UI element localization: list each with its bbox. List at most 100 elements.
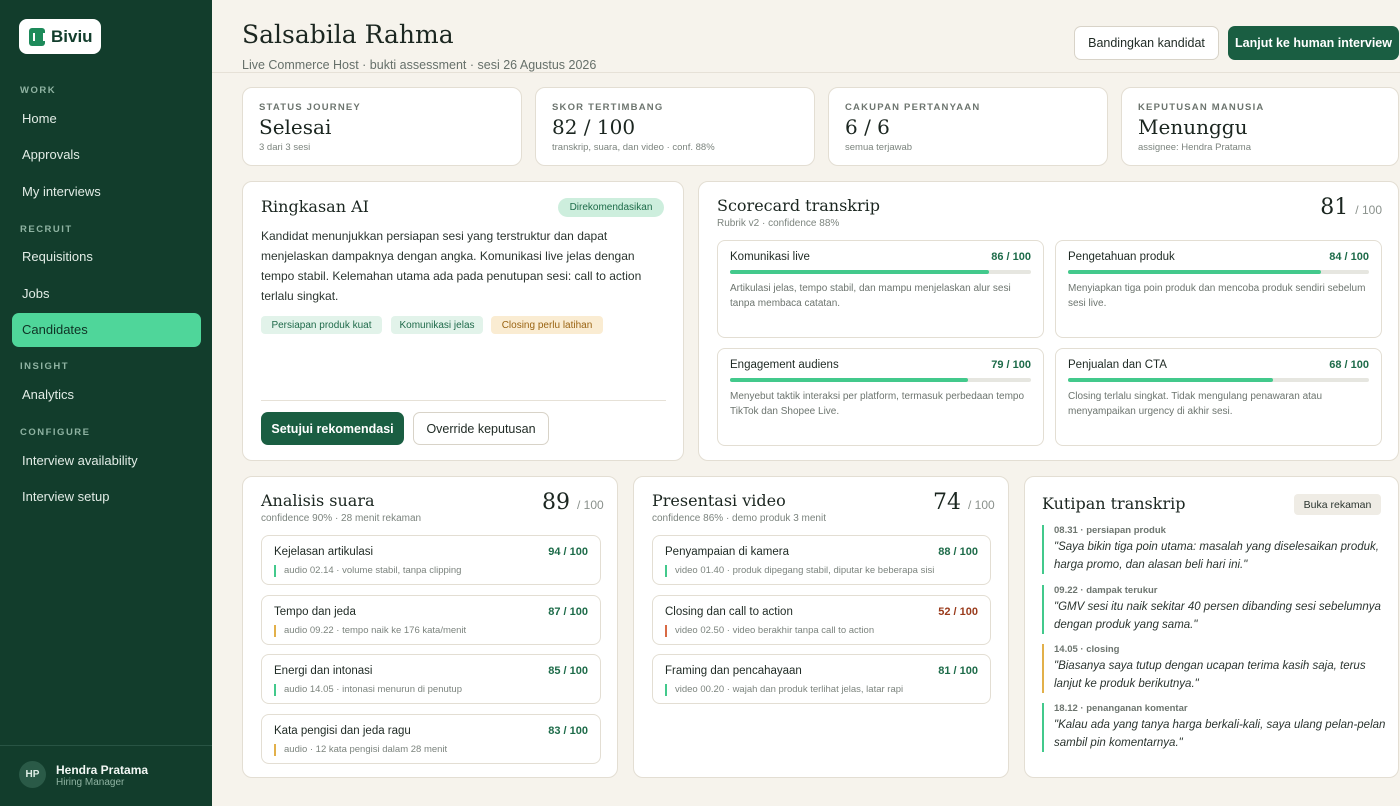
voice-metric-item[interactable]: Tempo dan jeda 87 / 100 audio 09.22 · te… (261, 595, 601, 645)
nav-section-work: WORK (20, 85, 57, 96)
stat-value: Selesai (259, 115, 332, 139)
nav-section-configure: CONFIGURE (20, 427, 91, 438)
approve-recommendation-button[interactable]: Setujui rekomendasi (261, 412, 404, 445)
metric-score: 85 / 100 (548, 665, 588, 677)
stat-card-weighted-score: SKOR TERTIMBANG 82 / 100 transkrip, suar… (535, 87, 815, 166)
voice-analysis-score: 89 / 100 (542, 490, 604, 515)
ai-summary-title: Ringkasan AI (261, 197, 369, 216)
scorecard-item-desc: Closing terlalu singkat. Tidak mengulang… (1068, 391, 1323, 417)
stat-sub: transkrip, suara, dan video · conf. 88% (552, 142, 715, 153)
score-progress-track (1068, 270, 1369, 274)
scorecard-item[interactable]: Engagement audiens 79 / 100 Menyebut tak… (717, 348, 1044, 446)
metric-name: Penyampaian di kamera (665, 546, 790, 558)
quote-meta: 09.22 · dampak terukur (1054, 585, 1158, 596)
metric-score: 87 / 100 (548, 606, 588, 618)
score-denominator: / 100 (968, 498, 995, 512)
summary-divider (261, 400, 666, 401)
metric-note: video 01.40 · produk dipegang stabil, di… (665, 565, 978, 577)
voice-analysis-sub: confidence 90% · 28 menit rekaman (261, 513, 422, 524)
metric-note: audio 02.14 · volume stabil, tanpa clipp… (274, 565, 588, 577)
sidebar-divider (0, 745, 212, 746)
quote-meta: 08.31 · persiapan produk (1054, 525, 1166, 536)
voice-metric-item[interactable]: Kejelasan artikulasi 94 / 100 audio 02.1… (261, 535, 601, 585)
score-progress-fill (1068, 378, 1273, 382)
sidebar-item-interview-availability[interactable]: Interview availability (12, 444, 201, 478)
scorecard-sub: Rubrik v2 · confidence 88% (717, 218, 840, 229)
metric-score: 88 / 100 (938, 546, 978, 558)
scorecard-item[interactable]: Pengetahuan produk 84 / 100 Menyiapkan t… (1055, 240, 1382, 338)
tag-strength: Persiapan produk kuat (261, 316, 382, 334)
metric-note: video 02.50 · video berakhir tanpa call … (665, 625, 978, 637)
video-presentation-sub: confidence 86% · demo produk 3 menit (652, 513, 826, 524)
stat-value: Menunggu (1138, 115, 1248, 139)
brand-logo[interactable]: Biviu (19, 19, 101, 54)
metric-score: 81 / 100 (938, 665, 978, 677)
quote-meta: 14.05 · closing (1054, 644, 1120, 655)
stat-label: STATUS JOURNEY (259, 102, 361, 113)
quote-text: "Saya bikin tiga poin utama: masalah yan… (1054, 541, 1379, 571)
stat-sub: semua terjawab (845, 142, 913, 153)
sidebar-item-analytics[interactable]: Analytics (12, 378, 201, 412)
brand-name: Biviu (51, 26, 93, 46)
stat-label: SKOR TERTIMBANG (552, 102, 664, 113)
quote-text: "GMV sesi itu naik sekitar 40 persen dib… (1054, 601, 1381, 631)
scorecard-item-desc: Artikulasi jelas, tempo stabil, dan mamp… (730, 283, 1011, 309)
compare-candidates-button[interactable]: Bandingkan kandidat (1074, 26, 1219, 60)
metric-score: 52 / 100 (938, 606, 978, 618)
page-title: Salsabila Rahma (242, 20, 454, 49)
nav-section-recruit: RECRUIT (20, 224, 73, 235)
metric-note: audio · 12 kata pengisi dalam 28 menit (274, 744, 588, 756)
scorecard-item-name: Komunikasi live (730, 251, 810, 263)
stat-card-status: STATUS JOURNEY Selesai 3 dari 3 sesi (242, 87, 522, 166)
avatar[interactable]: HP (19, 761, 46, 788)
voice-metric-item[interactable]: Energi dan intonasi 85 / 100 audio 14.05… (261, 654, 601, 704)
score-value: 74 (933, 490, 961, 515)
stat-label: KEPUTUSAN MANUSIA (1138, 102, 1265, 113)
metric-note: video 00.20 · wajah dan produk terlihat … (665, 684, 978, 696)
scorecard-item-name: Pengetahuan produk (1068, 251, 1175, 263)
sidebar-item-home[interactable]: Home (12, 102, 201, 136)
scorecard-item-name: Engagement audiens (730, 359, 839, 371)
open-recording-button[interactable]: Buka rekaman (1294, 494, 1381, 515)
waveform-icon (29, 27, 45, 46)
metric-score: 83 / 100 (548, 725, 588, 737)
score-progress-track (730, 378, 1031, 382)
quote-meta: 18.12 · penanganan komentar (1054, 703, 1188, 714)
page-subtitle: Live Commerce Host · bukti assessment · … (242, 58, 597, 72)
scorecard-item[interactable]: Penjualan dan CTA 68 / 100 Closing terla… (1055, 348, 1382, 446)
score-progress-track (1068, 378, 1369, 382)
metric-name: Tempo dan jeda (274, 606, 356, 618)
metric-name: Framing dan pencahayaan (665, 665, 802, 677)
sidebar-item-requisitions[interactable]: Requisitions (12, 240, 201, 274)
metric-name: Closing dan call to action (665, 606, 793, 618)
sidebar-item-candidates[interactable]: Candidates (12, 313, 201, 347)
video-metric-item[interactable]: Framing dan pencahayaan 81 / 100 video 0… (652, 654, 991, 704)
metric-score: 94 / 100 (548, 546, 588, 558)
transcript-quote: 09.22 · dampak terukur "GMV sesi itu nai… (1042, 585, 1387, 634)
video-presentation-score: 74 / 100 (933, 490, 995, 515)
sidebar-item-jobs[interactable]: Jobs (12, 277, 201, 311)
transcript-quote: 14.05 · closing "Biasanya saya tutup den… (1042, 644, 1387, 693)
voice-metric-item[interactable]: Kata pengisi dan jeda ragu 83 / 100 audi… (261, 714, 601, 764)
scorecard-item[interactable]: Komunikasi live 86 / 100 Artikulasi jela… (717, 240, 1044, 338)
sidebar: Biviu WORK Home Approvals My interviews … (0, 0, 212, 806)
sidebar-item-interview-setup[interactable]: Interview setup (12, 480, 201, 514)
ai-summary-text: Kandidat menunjukkan persiapan sesi yang… (261, 229, 642, 303)
tag-strength: Komunikasi jelas (391, 316, 483, 334)
scorecard-item-score: 79 / 100 (991, 359, 1031, 371)
sidebar-item-my-interviews[interactable]: My interviews (12, 175, 201, 209)
tag-weakness: Closing perlu latihan (491, 316, 603, 334)
user-role: Hiring Manager (56, 777, 125, 788)
video-metric-item[interactable]: Closing dan call to action 52 / 100 vide… (652, 595, 991, 645)
transcript-quotes-title: Kutipan transkrip (1042, 494, 1186, 513)
score-denominator: / 100 (577, 498, 604, 512)
video-metric-item[interactable]: Penyampaian di kamera 88 / 100 video 01.… (652, 535, 991, 585)
scorecard-item-name: Penjualan dan CTA (1068, 359, 1167, 371)
quote-text: "Kalau ada yang tanya harga berkali-kali… (1054, 719, 1386, 749)
stat-value: 6 / 6 (845, 115, 890, 139)
scorecard-item-score: 86 / 100 (991, 251, 1031, 263)
override-decision-button[interactable]: Override keputusan (413, 412, 549, 445)
sidebar-item-approvals[interactable]: Approvals (12, 138, 201, 172)
scorecard-item-desc: Menyiapkan tiga poin produk dan mencoba … (1068, 283, 1366, 309)
proceed-human-interview-button[interactable]: Lanjut ke human interview (1228, 26, 1399, 60)
